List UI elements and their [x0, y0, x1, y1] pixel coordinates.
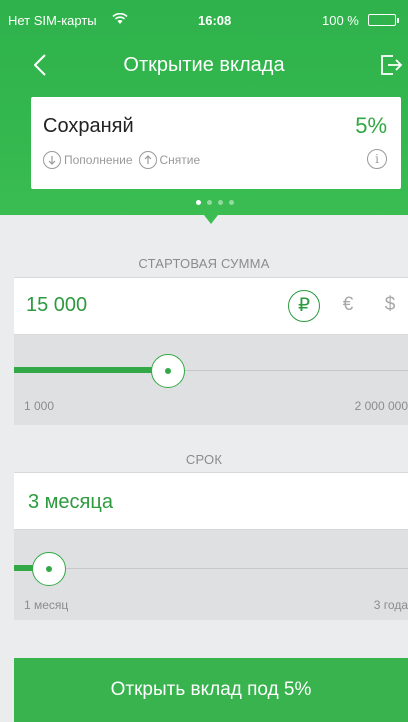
withdraw-option: Снятие [138, 151, 201, 169]
amount-input[interactable]: 15 000 [26, 294, 87, 317]
status-bar: Нет SIM-карты 16:08 100 % [0, 0, 408, 40]
page-title: Открытие вклада [123, 54, 285, 76]
wifi-icon [112, 13, 128, 24]
carousel-dots [196, 200, 234, 205]
currency-usd-button[interactable]: $ [374, 290, 406, 322]
term-slider[interactable]: 1 месяц 3 года [14, 530, 408, 620]
navbar: Открытие вклада [0, 46, 408, 86]
term-max-label: 3 года [373, 598, 408, 612]
amount-max-label: 2 000 000 [354, 399, 408, 413]
clock: 16:08 [198, 13, 232, 28]
carousel-dot[interactable] [218, 200, 223, 205]
topup-label: Пополнение [64, 153, 133, 167]
arrow-up-icon [138, 151, 157, 169]
amount-slider-thumb[interactable] [151, 354, 185, 388]
battery-percent: 100 % [322, 13, 359, 28]
deposit-options: Пополнение Снятие [43, 151, 206, 169]
amount-slider[interactable]: 1 000 2 000 000 [14, 335, 408, 425]
carrier-label: Нет SIM-карты [8, 13, 97, 28]
arrow-down-icon [43, 151, 61, 169]
deposit-card[interactable]: Сохраняй 5% Пополнение Снятие i [31, 97, 401, 189]
term-row: 3 месяца [14, 472, 408, 530]
term-slider-track [14, 568, 408, 569]
carousel-dot[interactable] [196, 200, 201, 205]
deposit-name: Сохраняй [43, 115, 134, 137]
withdraw-label: Снятие [159, 153, 201, 167]
currency-rub-button[interactable]: ₽ [288, 290, 320, 322]
amount-slider-fill [14, 367, 168, 373]
term-value[interactable]: 3 месяца [28, 491, 113, 514]
open-deposit-button[interactable]: Открыть вклад под 5% [14, 658, 408, 722]
card-pointer [204, 215, 218, 224]
term-section-label: СРОК [185, 452, 223, 467]
battery-icon [368, 14, 399, 26]
amount-min-label: 1 000 [24, 399, 55, 413]
info-icon[interactable]: i [367, 149, 387, 169]
carousel-dot[interactable] [207, 200, 212, 205]
logout-icon[interactable] [378, 52, 404, 78]
deposit-rate: 5% [355, 113, 387, 138]
term-min-label: 1 месяц [24, 598, 69, 612]
term-slider-thumb[interactable] [32, 552, 66, 586]
amount-section-label: СТАРТОВАЯ СУММА [138, 256, 270, 271]
carousel-dot[interactable] [229, 200, 234, 205]
amount-row: 15 000 ₽ € $ [14, 277, 408, 335]
currency-eur-button[interactable]: € [332, 290, 364, 322]
topup-option: Пополнение [43, 151, 133, 169]
